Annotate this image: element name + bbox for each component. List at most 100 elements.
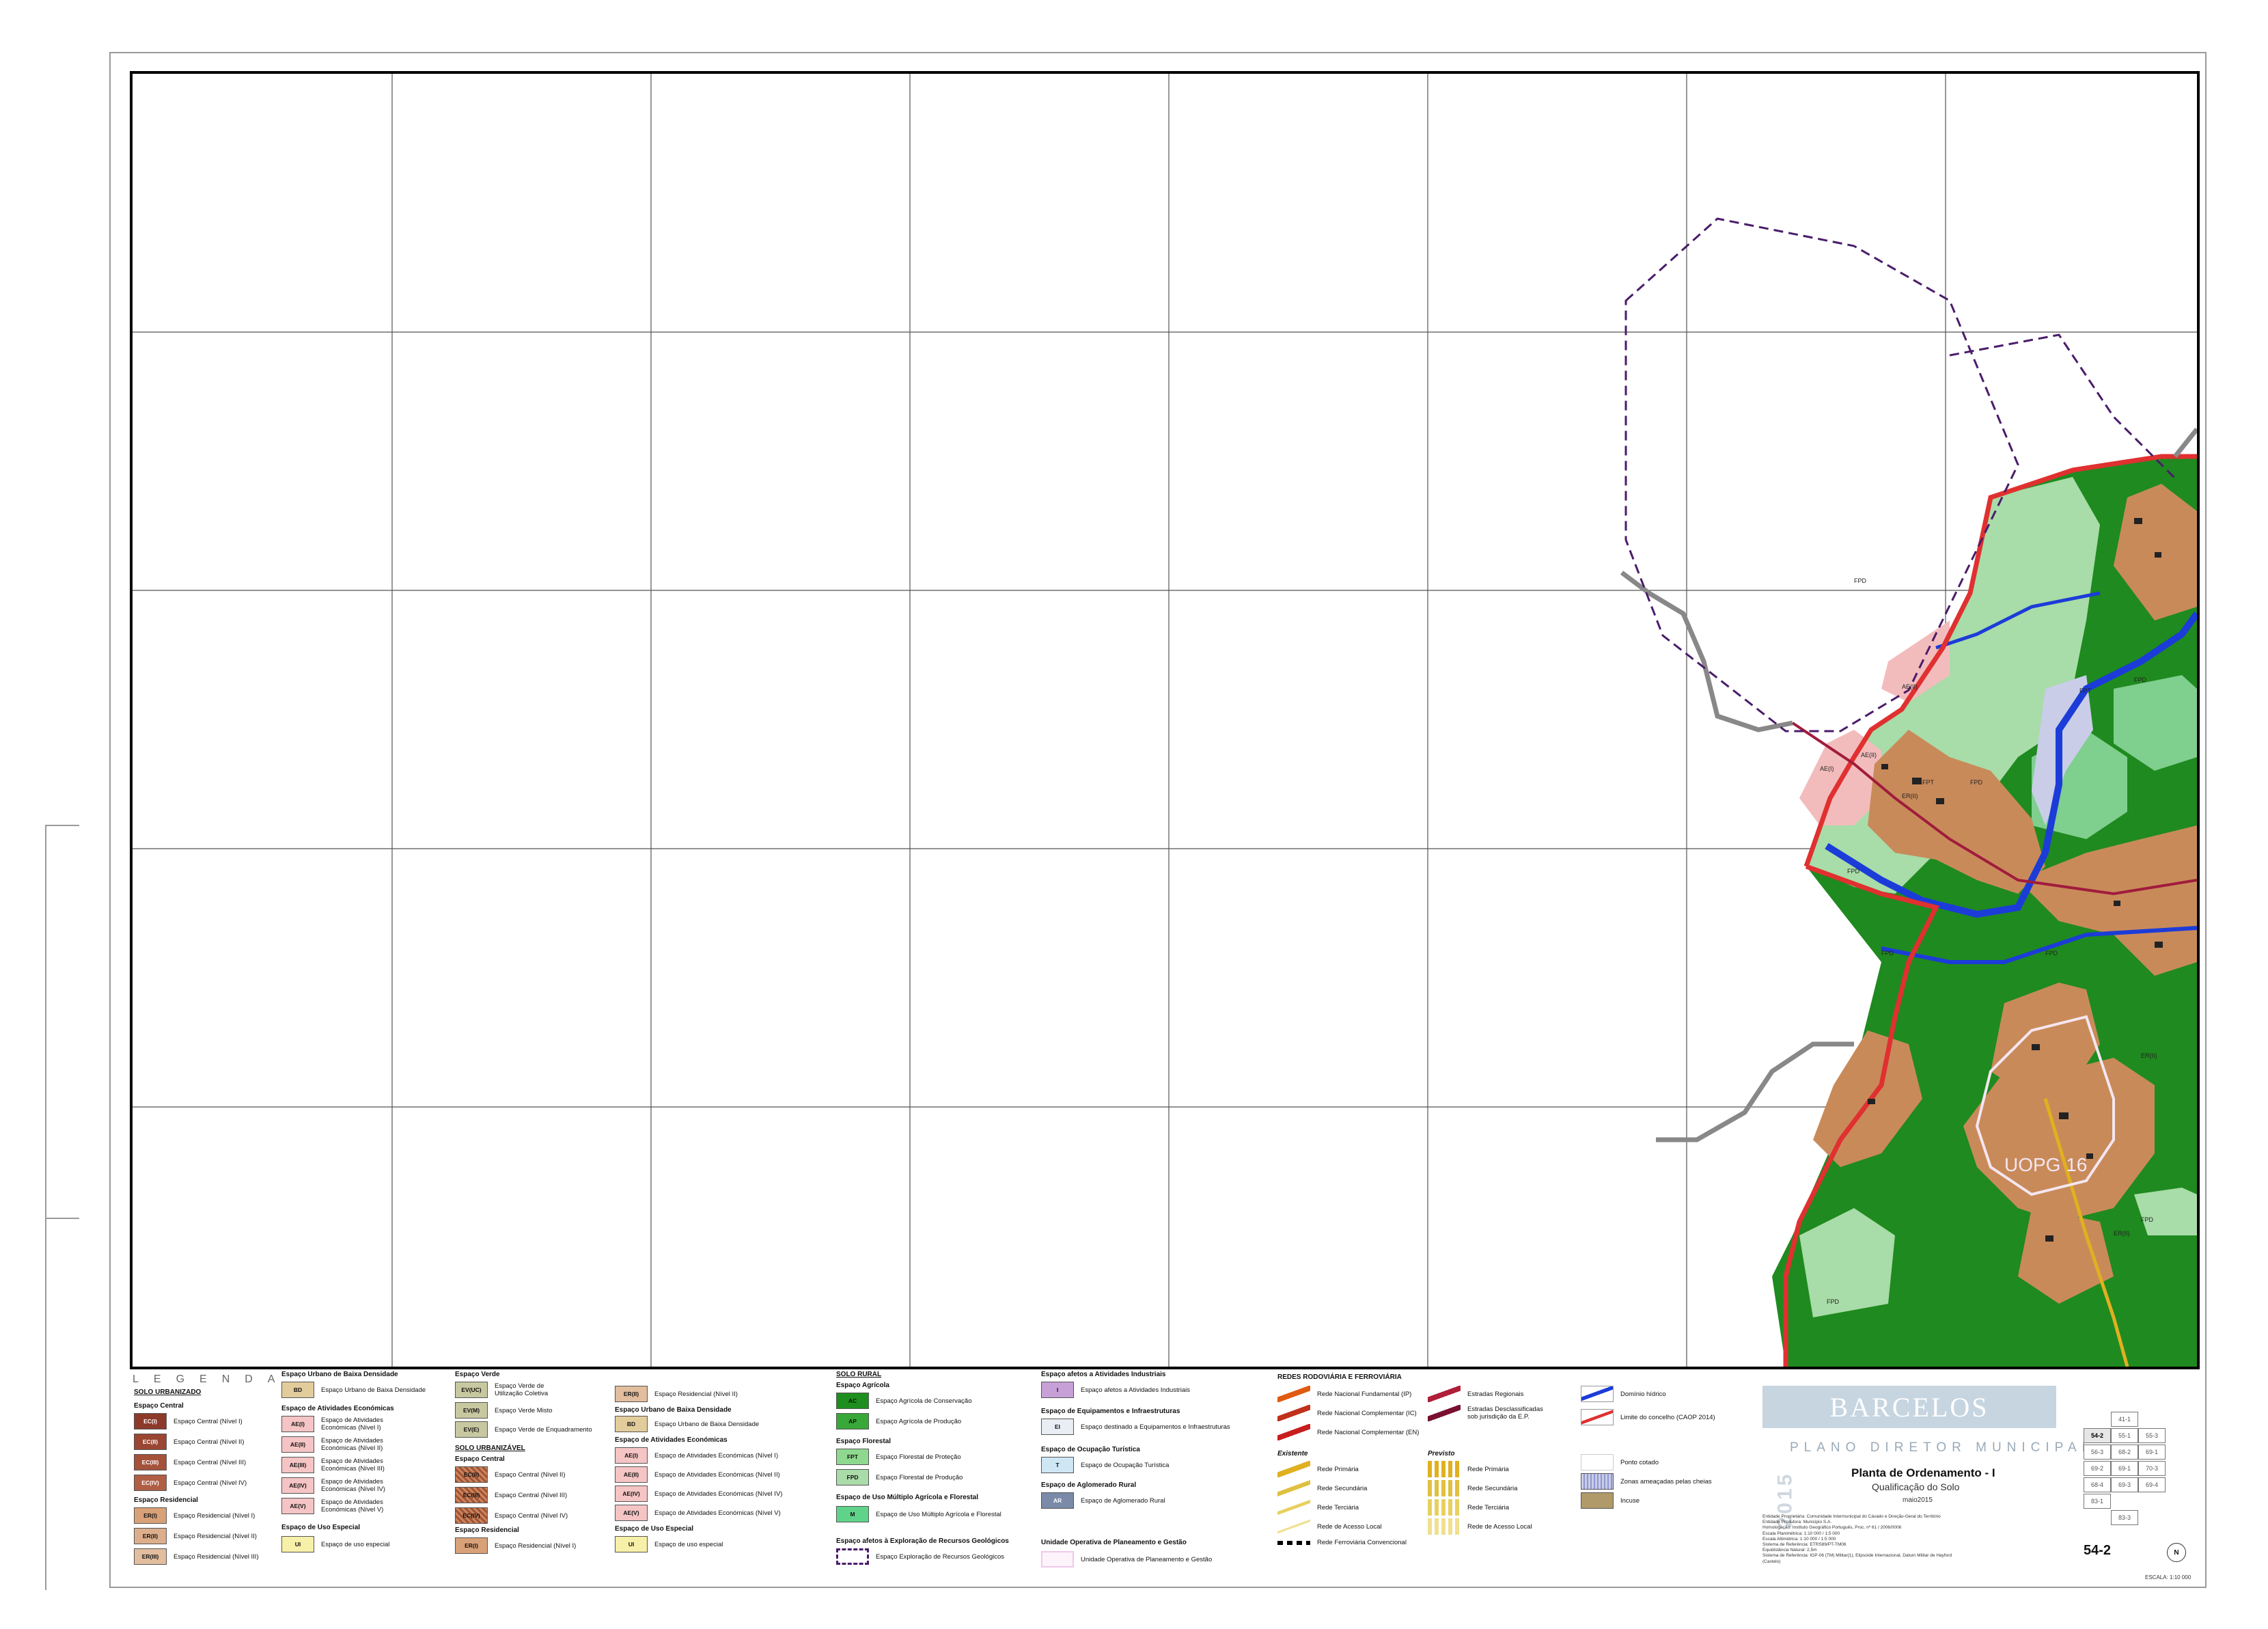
index-cell[interactable]: 55-1 (2111, 1428, 2138, 1443)
legend-swatch: EV(E) (455, 1421, 488, 1438)
sheet-number: 54-2 (2084, 1543, 2112, 1558)
legend-item: Incuse (1581, 1492, 1640, 1509)
legend-item: Rede Nacional Complementar (IC) (1277, 1405, 1417, 1421)
legend-item: Rede de Acesso Local (1277, 1518, 1382, 1535)
road-swatch (1277, 1405, 1310, 1421)
index-cell[interactable]: 83-1 (2084, 1494, 2111, 1509)
legend-item: EV(M) Espaço Verde Misto (455, 1402, 553, 1419)
legend-swatch: EI (1041, 1419, 1074, 1435)
legend-item: I Espaço afetos a Atividades Industriais (1041, 1382, 1190, 1398)
col4-bd-heading: Espaço Urbano de Baixa Densidade (615, 1406, 732, 1414)
index-cell[interactable]: 69-4 (2138, 1477, 2166, 1492)
road-swatch (1277, 1424, 1310, 1440)
zone-label: FPD (2134, 676, 2147, 683)
redes-heading: REDES RODOVIÁRIA E FERROVIÁRIA (1277, 1373, 1402, 1381)
index-cell[interactable]: 54-2 (2084, 1428, 2111, 1443)
legend-item: Rede Primária (1277, 1461, 1359, 1477)
legend-item: ER(I) Espaço Residencial (Nível I) (455, 1537, 576, 1554)
legend-item: BD Espaço Urbano de Baixa Densidade (281, 1382, 426, 1398)
legend-swatch: ER(III) (134, 1548, 167, 1565)
legend-item: AE(V) Espaço de Atividades Económicas (Ní… (615, 1505, 781, 1521)
legend-item: ER(II) Espaço Residencial (Nível II) (134, 1528, 257, 1544)
legend-item: AE(IV) Espaço de Atividades Económicas (N… (281, 1477, 396, 1494)
index-cell[interactable]: 41-1 (2111, 1412, 2138, 1427)
index-cell[interactable]: 69-1 (2138, 1445, 2166, 1460)
legend-swatch: AC (836, 1393, 869, 1409)
zone-label: FPT (2079, 687, 2092, 694)
urb-central-heading: Espaço Central (455, 1455, 505, 1463)
legend-swatch: AE(II) (615, 1466, 648, 1483)
railway-swatch (1277, 1540, 1310, 1545)
legend-item: EC(IV) Espaço Central (Nível IV) (134, 1475, 247, 1491)
zone-label: FPD (1881, 950, 1894, 957)
turistica-heading: Espaço de Ocupação Turística (1041, 1446, 1140, 1453)
index-cell[interactable]: 55-3 (2138, 1428, 2166, 1443)
legend-swatch: BD (281, 1382, 314, 1398)
legend-item: Domínio hídrico (1581, 1386, 1666, 1402)
legend-item: Ponto cotado (1581, 1454, 1659, 1470)
index-cell[interactable]: 69-3 (2111, 1477, 2138, 1492)
zone-label: AE(II) (1902, 683, 1918, 690)
index-cell[interactable]: 68-2 (2111, 1445, 2138, 1460)
legend-swatch: EV(M) (455, 1402, 488, 1419)
spot-height-swatch (1581, 1454, 1614, 1470)
legend-swatch: EC(II) (134, 1434, 167, 1450)
legend-item: EC(II) Espaço Central (Nível II) (134, 1434, 244, 1450)
legend-item: FPD Espaço Florestal de Produção (836, 1469, 963, 1486)
index-cell[interactable]: 83-3 (2111, 1510, 2138, 1525)
plan-subtitle: Qualificação do Solo (1872, 1481, 1960, 1492)
road-swatch (1277, 1461, 1310, 1477)
solo-urbanizado-heading: SOLO URBANIZADO (134, 1388, 202, 1396)
road-grey (2173, 427, 2197, 458)
uopg-heading: Unidade Operativa de Planeamento e Gestã… (1041, 1539, 1187, 1546)
verde-group-heading: Espaço Verde (455, 1371, 500, 1378)
urb-res-heading: Espaço Residencial (455, 1527, 519, 1534)
road-swatch (1277, 1518, 1310, 1535)
legend-item: EC(III) Espaço Central (Nível III) (134, 1454, 246, 1470)
zone-label: AE(II) (1861, 752, 1877, 758)
solo-urbanizavel-heading: SOLO URBANIZÁVEL (455, 1445, 525, 1452)
previsto-heading: Previsto (1428, 1450, 1455, 1457)
zone-label: FPD (1854, 577, 1867, 584)
legend-item: Rede Ferroviária Convencional (1277, 1539, 1407, 1546)
legend-item: BD Espaço Urbano de Baixa Densidade (615, 1416, 759, 1432)
fold-line (45, 1218, 79, 1219)
plan-date: maio2015 (1903, 1496, 1933, 1504)
index-cell[interactable]: 70-3 (2138, 1461, 2166, 1476)
legend-swatch: EC(IV) (134, 1475, 167, 1491)
legend-item: Rede Nacional Complementar (EN) (1277, 1424, 1419, 1440)
index-cell[interactable]: 56-3 (2084, 1445, 2111, 1460)
legend-swatch: ER(I) (134, 1507, 167, 1524)
legend-item: Rede Secundária (1428, 1480, 1517, 1496)
legend-swatch: AP (836, 1413, 869, 1429)
legend-item: Unidade Operativa de Planeamento e Gestã… (1041, 1551, 1212, 1568)
plan-program: PLANO DIRETOR MUNICIPAL (1790, 1440, 2095, 1455)
legend-swatch: FPT (836, 1449, 869, 1465)
zone-label: ER(II) (2141, 1052, 2157, 1059)
quarry-boundary (1949, 333, 2176, 480)
legend-item: Rede Terciária (1277, 1499, 1359, 1516)
index-cell[interactable]: 69-2 (2084, 1461, 2111, 1476)
plan-title: Planta de Ordenamento - I (1851, 1466, 1995, 1479)
map-canvas[interactable]: FPD FPD FPT FPT FPD FPD AE(II) AE(I) AE(… (130, 71, 2200, 1369)
zone-label: FPD (1847, 868, 1860, 875)
legend-swatch: ER(II) (615, 1386, 648, 1402)
multiplo-heading: Espaço de Uso Múltiplo Agrícola e Flores… (836, 1494, 979, 1501)
zone-label: FPD (1970, 779, 1983, 786)
legend-item: ER(I) Espaço Residencial (Nível I) (134, 1507, 255, 1524)
index-cell[interactable]: 69-1 (2111, 1461, 2138, 1476)
road-swatch (1428, 1480, 1461, 1496)
legend-item: EC(IV) Espaço Central (Nível IV) (455, 1507, 568, 1524)
flood-swatch (1581, 1473, 1614, 1490)
incuse-swatch (1581, 1492, 1614, 1509)
legend-swatch: UI (281, 1536, 314, 1552)
legend-item: FPT Espaço Florestal de Proteção (836, 1449, 961, 1465)
legend-swatch: AE(III) (281, 1457, 314, 1473)
legend-swatch: UI (615, 1536, 648, 1552)
road-swatch (1277, 1480, 1310, 1496)
index-cell[interactable]: 68-4 (2084, 1477, 2111, 1492)
legend-item: AE(III) Espaço de Atividades Económicas (… (281, 1457, 396, 1473)
legend-item: Espaço Exploração de Recursos Geológicos (836, 1548, 1004, 1565)
legend-item: Rede Terciária (1428, 1499, 1509, 1516)
central-group-heading: Espaço Central (134, 1402, 184, 1410)
